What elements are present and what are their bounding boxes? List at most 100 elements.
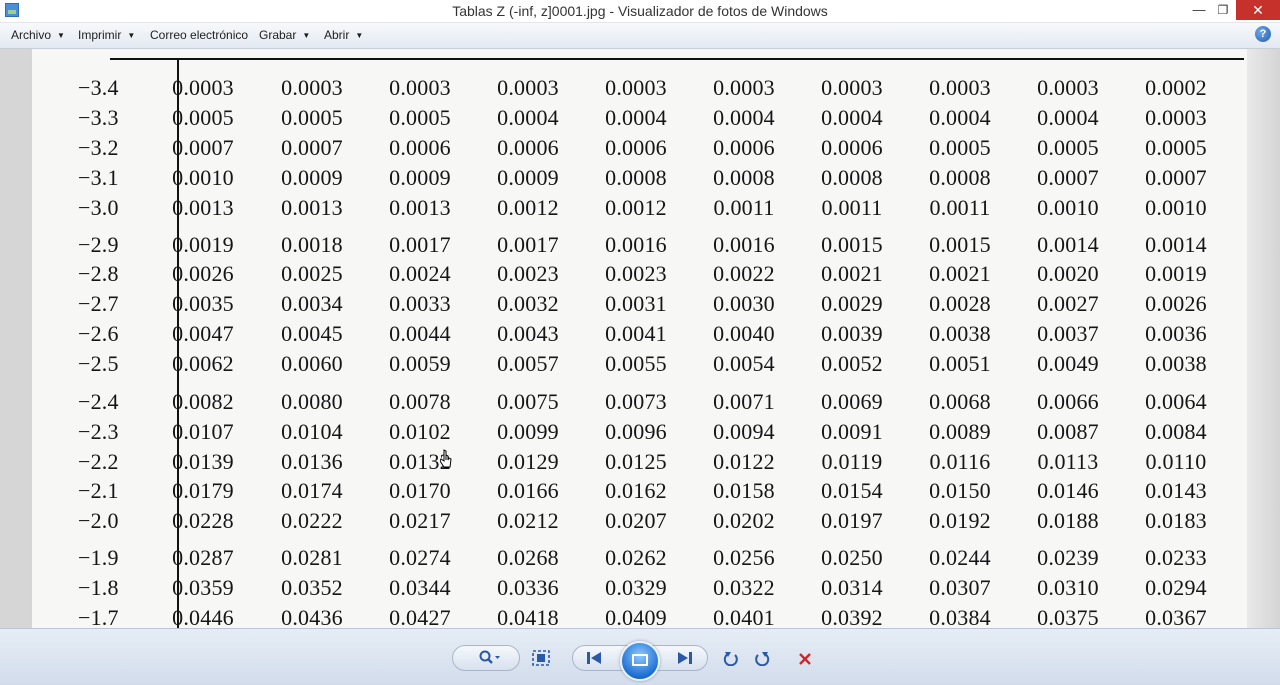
probability-cell: 0.0099	[497, 419, 559, 444]
probability-cell: 0.0139	[172, 449, 234, 474]
probability-cell: 0.0179	[172, 478, 234, 503]
probability-cell: 0.0003	[281, 75, 343, 100]
probability-cell: 0.0091	[821, 419, 883, 444]
probability-cell: 0.0233	[1145, 545, 1207, 570]
probability-cell: 0.0310	[1037, 575, 1099, 600]
probability-cell: 0.0367	[1145, 605, 1207, 628]
z-value-cell: −2.3	[78, 419, 119, 444]
previous-button[interactable]	[580, 645, 608, 671]
dropdown-arrow-icon: ▼	[355, 31, 364, 40]
probability-cell: 0.0006	[821, 135, 883, 160]
menu-archivo[interactable]: Archivo ▼	[11, 28, 65, 42]
probability-cell: 0.0418	[497, 605, 559, 628]
dropdown-arrow-icon: ▼	[302, 31, 311, 40]
table-row: −3.3 0.0005 0.0005 0.0005 0.0004 0.0004 0.0004…	[32, 105, 1247, 131]
zoom-button[interactable]	[472, 645, 508, 671]
delete-button[interactable]	[791, 645, 819, 671]
probability-cell: 0.0207	[605, 508, 667, 533]
probability-cell: 0.0054	[713, 351, 775, 376]
probability-cell: 0.0052	[821, 351, 883, 376]
probability-cell: 0.0192	[929, 508, 991, 533]
z-value-cell: −2.4	[78, 389, 119, 414]
probability-cell: 0.0029	[821, 291, 883, 316]
probability-cell: 0.0005	[1145, 135, 1207, 160]
probability-cell: 0.0329	[605, 575, 667, 600]
probability-cell: 0.0060	[281, 351, 343, 376]
maximize-button[interactable]: ❐	[1210, 0, 1236, 20]
probability-cell: 0.0082	[172, 389, 234, 414]
probability-cell: 0.0037	[1037, 321, 1099, 346]
close-button[interactable]: ✕	[1236, 0, 1280, 20]
probability-cell: 0.0051	[929, 351, 991, 376]
probability-cell: 0.0069	[821, 389, 883, 414]
probability-cell: 0.0174	[281, 478, 343, 503]
probability-cell: 0.0222	[281, 508, 343, 533]
probability-cell: 0.0104	[281, 419, 343, 444]
z-value-cell: −3.0	[78, 195, 119, 220]
minimize-button[interactable]: —	[1186, 0, 1212, 20]
rotate-left-button[interactable]	[717, 645, 745, 671]
probability-cell: 0.0212	[497, 508, 559, 533]
probability-cell: 0.0071	[713, 389, 775, 414]
probability-cell: 0.0073	[605, 389, 667, 414]
table-row: −1.9 0.0287 0.0281 0.0274 0.0268 0.0262 0.0256…	[32, 545, 1247, 571]
table-row: −2.0 0.0228 0.0222 0.0217 0.0212 0.0207 0.0202…	[32, 508, 1247, 534]
table-row: −2.3 0.0107 0.0104 0.0102 0.0099 0.0096 0.0094…	[32, 419, 1247, 445]
probability-cell: 0.0025	[281, 261, 343, 286]
probability-cell: 0.0006	[497, 135, 559, 160]
probability-cell: 0.0015	[821, 232, 883, 257]
slideshow-button[interactable]	[620, 641, 660, 681]
probability-cell: 0.0030	[713, 291, 775, 316]
probability-cell: 0.0322	[713, 575, 775, 600]
dropdown-arrow-icon: ▼	[57, 31, 65, 40]
probability-cell: 0.0344	[389, 575, 451, 600]
probability-cell: 0.0003	[1037, 75, 1099, 100]
probability-cell: 0.0075	[497, 389, 559, 414]
table-row: −3.4 0.0003 0.0003 0.0003 0.0003 0.0003 0.0003…	[32, 75, 1247, 101]
probability-cell: 0.0005	[1037, 135, 1099, 160]
z-value-cell: −1.8	[78, 575, 119, 600]
probability-cell: 0.0016	[713, 232, 775, 257]
menu-abrir[interactable]: Abrir ▼	[324, 28, 363, 42]
menu-grabar[interactable]: Grabar ▼	[259, 28, 310, 42]
probability-cell: 0.0021	[929, 261, 991, 286]
z-value-cell: −2.5	[78, 351, 119, 376]
probability-cell: 0.0021	[821, 261, 883, 286]
probability-cell: 0.0307	[929, 575, 991, 600]
probability-cell: 0.0197	[821, 508, 883, 533]
probability-cell: 0.0375	[1037, 605, 1099, 628]
probability-cell: 0.0020	[1037, 261, 1099, 286]
probability-cell: 0.0239	[1037, 545, 1099, 570]
probability-cell: 0.0158	[713, 478, 775, 503]
probability-cell: 0.0045	[281, 321, 343, 346]
probability-cell: 0.0384	[929, 605, 991, 628]
probability-cell: 0.0110	[1145, 449, 1207, 474]
next-button[interactable]	[671, 645, 699, 671]
probability-cell: 0.0446	[172, 605, 234, 628]
probability-cell: 0.0013	[172, 195, 234, 220]
previous-icon	[587, 652, 601, 665]
probability-cell: 0.0006	[605, 135, 667, 160]
probability-cell: 0.0007	[281, 135, 343, 160]
probability-cell: 0.0026	[172, 261, 234, 286]
z-value-cell: −2.8	[78, 261, 119, 286]
help-icon[interactable]: ?	[1255, 26, 1271, 42]
probability-cell: 0.0094	[713, 419, 775, 444]
probability-cell: 0.0256	[713, 545, 775, 570]
probability-cell: 0.0038	[1145, 351, 1207, 376]
menu-imprimir[interactable]: Imprimir ▼	[78, 28, 135, 42]
probability-cell: 0.0008	[929, 165, 991, 190]
probability-cell: 0.0041	[605, 321, 667, 346]
actual-size-button[interactable]	[527, 645, 555, 671]
z-value-cell: −1.9	[78, 545, 119, 570]
photo-viewport[interactable]: −3.4 0.0003 0.0003 0.0003 0.0003 0.0003 0.0003…	[0, 49, 1280, 628]
probability-cell: 0.0314	[821, 575, 883, 600]
menu-correo-electronico[interactable]: Correo electrónico	[150, 28, 248, 42]
rotate-right-button[interactable]	[748, 645, 776, 671]
probability-cell: 0.0002	[1145, 75, 1207, 100]
probability-cell: 0.0150	[929, 478, 991, 503]
probability-cell: 0.0004	[1037, 105, 1099, 130]
table-row: −3.0 0.0013 0.0013 0.0013 0.0012 0.0012 0.0011…	[32, 195, 1247, 221]
table-row: −1.8 0.0359 0.0352 0.0344 0.0336 0.0329 0.0322…	[32, 575, 1247, 601]
probability-cell: 0.0202	[713, 508, 775, 533]
